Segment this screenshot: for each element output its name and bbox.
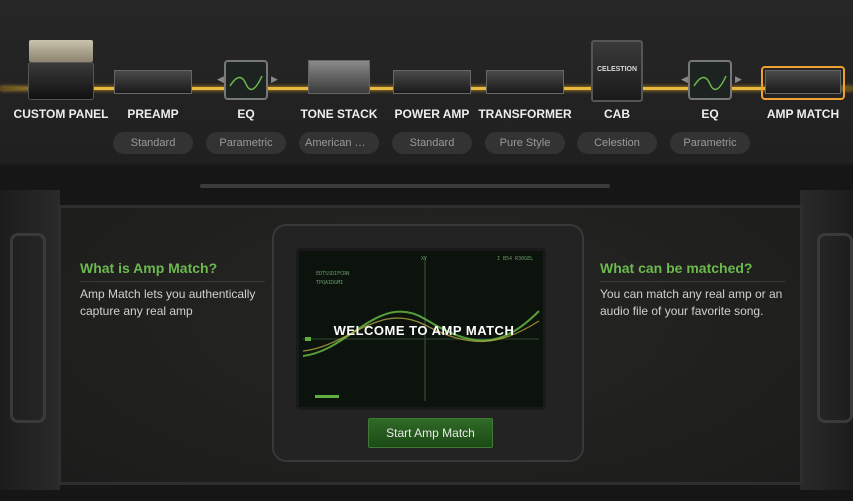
preamp-rack-icon <box>114 70 192 94</box>
amp-combo-icon <box>28 62 94 100</box>
module-label: AMP MATCH <box>766 107 840 121</box>
rack-handle-right <box>817 233 853 423</box>
power-amp-icon <box>393 70 471 94</box>
chevron-right-icon[interactable]: ▶ <box>735 74 742 85</box>
eq-curve-icon <box>693 75 727 91</box>
chevron-left-icon[interactable]: ◀ <box>681 74 688 85</box>
module-amp-match[interactable]: AMP MATCH <box>758 40 848 160</box>
screen-line-2: TPQAIDGMI <box>316 280 344 286</box>
eq-icon <box>224 60 268 100</box>
chevron-right-icon[interactable]: ▶ <box>271 74 278 85</box>
right-info-title: What can be matched? <box>600 260 753 276</box>
left-info-text: Amp Match lets you authentically capture… <box>80 287 256 318</box>
oscilloscope-screen: XY I B54 R30GEL EDTSSDIFCRN TPQAIDGMI WE… <box>296 248 546 410</box>
welcome-text: WELCOME TO AMP MATCH <box>333 323 515 338</box>
preset-tone-stack[interactable]: American Cl... <box>299 132 379 154</box>
left-info-divider <box>80 281 265 282</box>
right-info-divider <box>600 281 785 282</box>
preset-preamp[interactable]: Standard <box>113 132 193 154</box>
eq-curve-icon <box>229 75 263 91</box>
rack-handle-left <box>10 233 46 423</box>
preset-power-amp[interactable]: Standard <box>392 132 472 154</box>
preset-eq[interactable]: Parametric <box>206 132 286 154</box>
preset-transformer[interactable]: Pure Style <box>485 132 565 154</box>
screen-corner-tr: I B54 R30GEL <box>497 256 534 262</box>
screen-line-1: EDTSSDIFCRN <box>316 271 350 277</box>
selected-module-outline <box>761 66 845 100</box>
shelf-divider <box>200 184 610 188</box>
module-custom-panel[interactable]: CUSTOM PANEL <box>14 40 108 160</box>
amp-head-icon <box>29 40 93 62</box>
right-info-text: You can match any real amp or an audio f… <box>600 287 783 318</box>
left-info-title: What is Amp Match? <box>80 260 218 276</box>
cabinet-icon: CELESTION <box>591 40 643 102</box>
axis-label: XY <box>421 256 428 262</box>
cab-brand-label: CELESTION <box>596 66 638 73</box>
preset-eq-2[interactable]: Parametric <box>670 132 750 154</box>
transformer-icon <box>486 70 564 94</box>
eq-icon <box>688 60 732 100</box>
tone-stack-icon <box>308 60 370 94</box>
chevron-left-icon[interactable]: ◀ <box>217 74 224 85</box>
start-amp-match-button[interactable]: Start Amp Match <box>368 418 493 448</box>
preset-cab[interactable]: Celestion <box>577 132 657 154</box>
